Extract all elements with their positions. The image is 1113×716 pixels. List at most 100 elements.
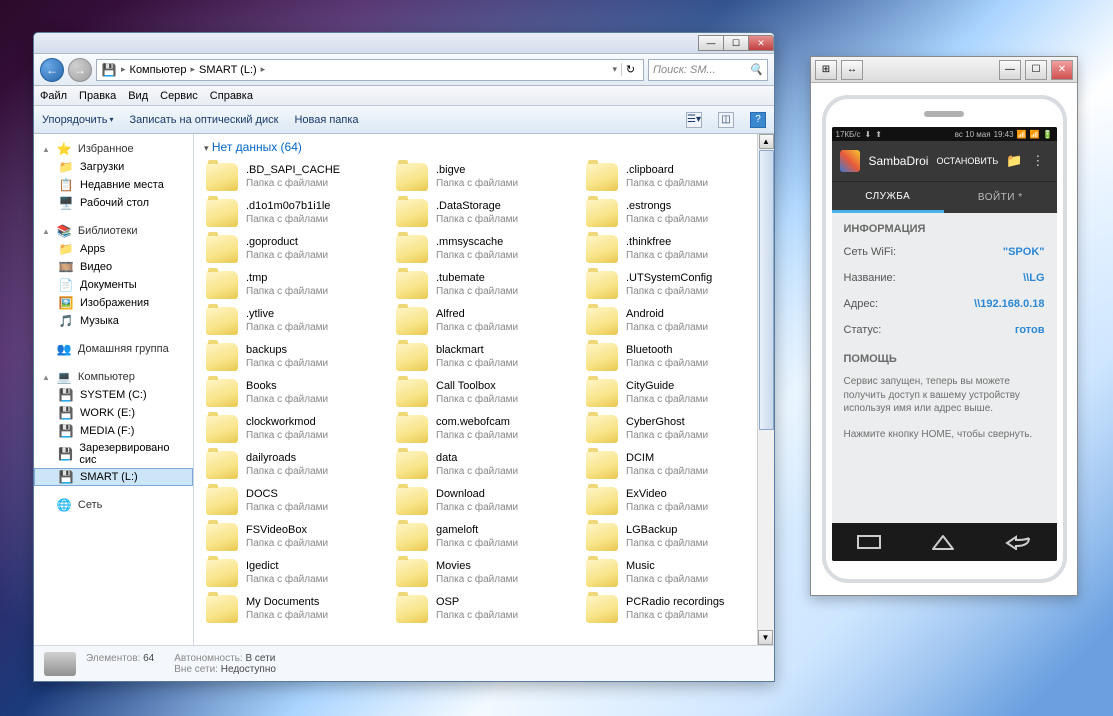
content-header[interactable]: ▾ Нет данных (64) — [194, 134, 774, 160]
maximize-button[interactable]: ☐ — [723, 35, 749, 51]
overflow-icon[interactable]: ⋮ — [1031, 153, 1048, 169]
folder-item[interactable]: AlfredПапка с файлами — [394, 304, 574, 338]
refresh-icon[interactable]: ↻ — [621, 63, 639, 76]
folder-item[interactable]: com.webofcamПапка с файлами — [394, 412, 574, 446]
newfolder-button[interactable]: Новая папка — [294, 114, 358, 126]
home-button[interactable] — [930, 533, 956, 551]
folder-item[interactable]: My DocumentsПапка с файлами — [204, 592, 384, 626]
folder-item[interactable]: .estrongsПапка с файлами — [584, 196, 764, 230]
folder-item[interactable]: .tmpПапка с файлами — [204, 268, 384, 302]
address-bar[interactable]: 💾 ▸ Компьютер ▸ SMART (L:) ▸ ▾ ↻ — [96, 59, 644, 81]
folder-item[interactable]: DownloadПапка с файлами — [394, 484, 574, 518]
folder-item[interactable]: .clipboardПапка с файлами — [584, 160, 764, 194]
folder-item[interactable]: AndroidПапка с файлами — [584, 304, 764, 338]
burn-button[interactable]: Записать на оптический диск — [129, 114, 278, 126]
folder-item[interactable]: BooksПапка с файлами — [204, 376, 384, 410]
preview-pane-icon[interactable]: ◫ — [718, 112, 734, 128]
nav-system-c[interactable]: 💾SYSTEM (C:) — [34, 386, 193, 404]
folder-item[interactable]: dailyroadsПапка с файлами — [204, 448, 384, 482]
folder-item[interactable]: .thinkfreeПапка с файлами — [584, 232, 764, 266]
scroll-up-button[interactable]: ▲ — [759, 134, 774, 149]
search-input[interactable]: Поиск: SM... 🔍 — [648, 59, 768, 81]
scrollbar[interactable]: ▲ ▼ — [757, 134, 774, 645]
help-icon[interactable]: ? — [750, 112, 766, 128]
nav-work-e[interactable]: 💾WORK (E:) — [34, 404, 193, 422]
phone-tool-a[interactable]: ⊞ — [815, 60, 837, 80]
computer-group[interactable]: ▲💻Компьютер — [34, 368, 193, 386]
chevron-down-icon[interactable]: ▾ — [612, 64, 617, 75]
folder-action-icon[interactable]: 📁 — [1006, 153, 1023, 169]
phone-close-button[interactable]: ✕ — [1051, 60, 1073, 80]
tab-login[interactable]: ВОЙТИ * — [944, 182, 1057, 213]
folder-item[interactable]: gameloftПапка с файлами — [394, 520, 574, 554]
phone-minimize-button[interactable]: — — [999, 60, 1021, 80]
folder-item[interactable]: OSPПапка с файлами — [394, 592, 574, 626]
recent-apps-button[interactable] — [856, 534, 882, 550]
file-list[interactable]: .BD_SAPI_CACHEПапка с файлами .bigveПапка… — [194, 160, 774, 645]
scroll-thumb[interactable] — [759, 150, 774, 430]
folder-item[interactable]: CityGuideПапка с файлами — [584, 376, 764, 410]
folder-item[interactable]: .tubemateПапка с файлами — [394, 268, 574, 302]
folder-item[interactable]: backupsПапка с файлами — [204, 340, 384, 374]
nav-music[interactable]: 🎵Музыка — [34, 312, 193, 330]
nav-desktop[interactable]: 🖥️Рабочий стол — [34, 194, 193, 212]
menu-file[interactable]: Файл — [40, 90, 67, 102]
folder-item[interactable]: .mmsyscacheПапка с файлами — [394, 232, 574, 266]
nav-media-f[interactable]: 💾MEDIA (F:) — [34, 422, 193, 440]
breadcrumb-computer[interactable]: Компьютер — [130, 64, 187, 76]
folder-item[interactable]: Call ToolboxПапка с файлами — [394, 376, 574, 410]
nav-forward-button[interactable]: → — [68, 58, 92, 82]
minimize-button[interactable]: — — [698, 35, 724, 51]
breadcrumb-drive[interactable]: SMART (L:) — [199, 64, 257, 76]
folder-item[interactable]: .DataStorageПапка с файлами — [394, 196, 574, 230]
folder-item[interactable]: .BD_SAPI_CACHEПапка с файлами — [204, 160, 384, 194]
folder-item[interactable]: CyberGhostПапка с файлами — [584, 412, 764, 446]
nav-downloads[interactable]: 📁Загрузки — [34, 158, 193, 176]
folder-item[interactable]: LGBackupПапка с файлами — [584, 520, 764, 554]
menu-edit[interactable]: Правка — [79, 90, 116, 102]
back-button[interactable] — [1004, 534, 1032, 550]
libraries-group[interactable]: ▲📚Библиотеки — [34, 222, 193, 240]
phone-tool-b[interactable]: ↔ — [841, 60, 863, 80]
folder-item[interactable]: PCRadio recordingsПапка с файлами — [584, 592, 764, 626]
folder-item[interactable]: clockworkmodПапка с файлами — [204, 412, 384, 446]
nav-pictures[interactable]: 🖼️Изображения — [34, 294, 193, 312]
stop-button[interactable]: ОСТАНОВИТЬ — [936, 156, 998, 166]
favorites-group[interactable]: ▲⭐Избранное — [34, 140, 193, 158]
nav-smart-l[interactable]: 💾SMART (L:) — [34, 468, 193, 486]
nav-back-button[interactable]: ← — [40, 58, 64, 82]
folder-item[interactable]: MoviesПапка с файлами — [394, 556, 574, 590]
folder-item[interactable]: DCIMПапка с файлами — [584, 448, 764, 482]
nav-reserved[interactable]: 💾Зарезервировано сис — [34, 440, 193, 468]
folder-item[interactable]: .d1o1m0o7b1i1leПапка с файлами — [204, 196, 384, 230]
menu-service[interactable]: Сервис — [160, 90, 198, 102]
phone-maximize-button[interactable]: ☐ — [1025, 60, 1047, 80]
folder-item[interactable]: .UTSystemConfigПапка с файлами — [584, 268, 764, 302]
menu-help[interactable]: Справка — [210, 90, 253, 102]
nav-documents[interactable]: 📄Документы — [34, 276, 193, 294]
view-options-icon[interactable]: ☰▾ — [686, 112, 702, 128]
homegroup-group[interactable]: ▲👥Домашняя группа — [34, 340, 193, 358]
navigation-pane[interactable]: ▲⭐Избранное 📁Загрузки 📋Недавние места 🖥️… — [34, 134, 194, 645]
folder-item[interactable]: ExVideoПапка с файлами — [584, 484, 764, 518]
nav-apps[interactable]: 📁Apps — [34, 240, 193, 258]
folder-item[interactable]: IgedictПапка с файлами — [204, 556, 384, 590]
folder-item[interactable]: blackmartПапка с файлами — [394, 340, 574, 374]
organize-button[interactable]: Упорядочить ▾ — [42, 114, 113, 126]
tab-service[interactable]: СЛУЖБА — [832, 182, 945, 213]
nav-recent[interactable]: 📋Недавние места — [34, 176, 193, 194]
folder-item[interactable]: FSVideoBoxПапка с файлами — [204, 520, 384, 554]
folder-item[interactable]: .ytliveПапка с файлами — [204, 304, 384, 338]
folder-item[interactable]: .goproductПапка с файлами — [204, 232, 384, 266]
folder-item[interactable]: DOCSПапка с файлами — [204, 484, 384, 518]
folder-item[interactable]: .bigveПапка с файлами — [394, 160, 574, 194]
group-header[interactable]: Нет данных (64) — [212, 140, 302, 154]
folder-item[interactable]: dataПапка с файлами — [394, 448, 574, 482]
scroll-down-button[interactable]: ▼ — [758, 630, 773, 645]
folder-item[interactable]: MusicПапка с файлами — [584, 556, 764, 590]
close-button[interactable]: ✕ — [748, 35, 774, 51]
network-group[interactable]: ▲🌐Сеть — [34, 496, 193, 514]
folder-item[interactable]: BluetoothПапка с файлами — [584, 340, 764, 374]
nav-video[interactable]: 🎞️Видео — [34, 258, 193, 276]
menu-view[interactable]: Вид — [128, 90, 148, 102]
